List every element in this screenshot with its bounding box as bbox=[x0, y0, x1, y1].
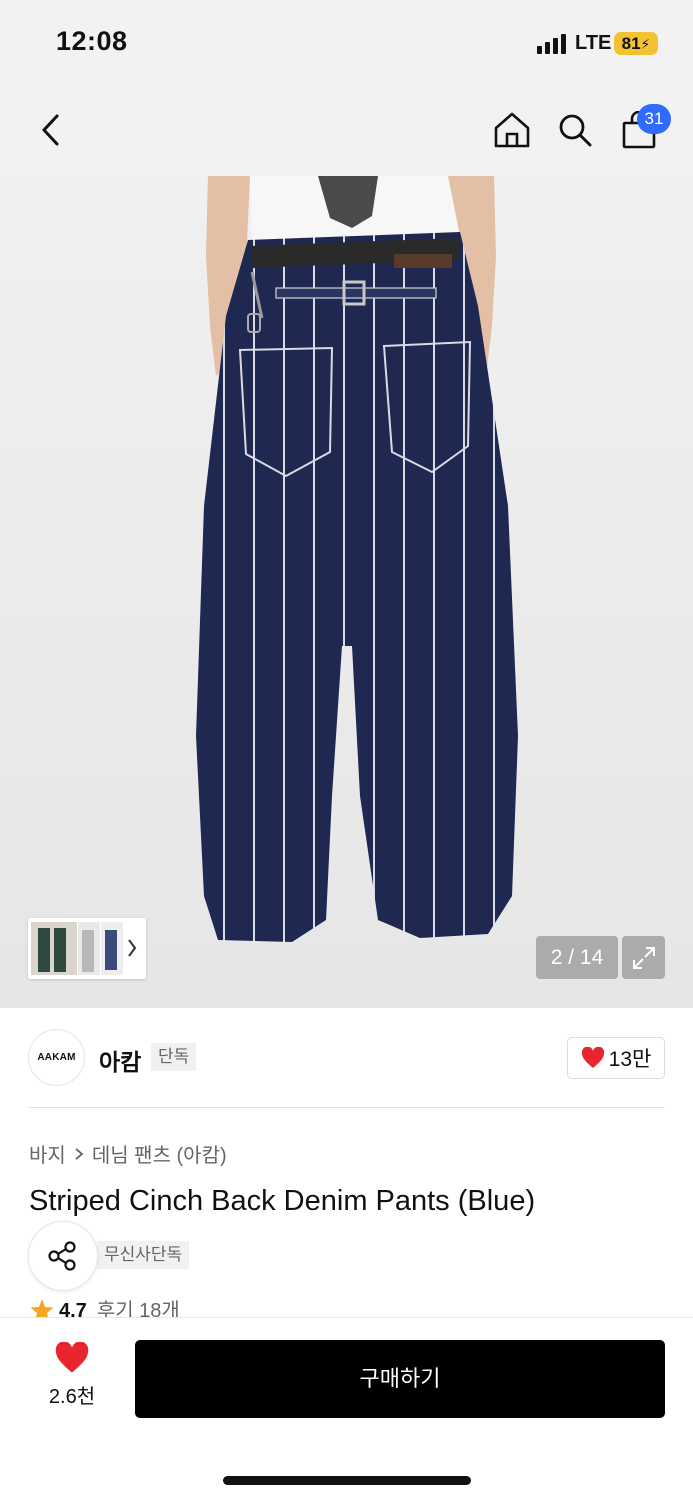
share-button[interactable] bbox=[28, 1221, 98, 1291]
back-button[interactable] bbox=[28, 108, 72, 152]
buy-button[interactable]: 구매하기 bbox=[135, 1340, 665, 1418]
brand-name[interactable]: 아캄 bbox=[99, 1043, 141, 1077]
status-time: 12:08 bbox=[56, 26, 128, 56]
review-count: 후기 18개 bbox=[96, 1300, 180, 1319]
home-icon bbox=[494, 112, 530, 148]
signal-icon bbox=[537, 34, 569, 54]
wishlist-count: 2.6천 bbox=[48, 1386, 96, 1408]
battery-level: 81 bbox=[621, 34, 641, 53]
expand-button[interactable] bbox=[622, 936, 665, 979]
home-indicator[interactable] bbox=[223, 1476, 471, 1485]
thumbnail-strip[interactable] bbox=[28, 918, 146, 979]
rating-row[interactable]: 4.7 후기 18개 bbox=[29, 1297, 180, 1319]
breadcrumb-subcategory[interactable]: 데님 팬츠 (아캄) bbox=[92, 1139, 227, 1168]
brand-exclusive-tag: 단독 bbox=[151, 1043, 197, 1071]
chevron-right-icon bbox=[75, 1147, 84, 1160]
star-icon bbox=[30, 1299, 54, 1319]
divider bbox=[28, 1107, 665, 1108]
status-bar: 12:08 LTE 81⚡ bbox=[0, 0, 693, 88]
rating-value: 4.7 bbox=[59, 1300, 87, 1319]
breadcrumb-category[interactable]: 바지 bbox=[29, 1139, 66, 1168]
brand-like-button[interactable]: 13만 bbox=[567, 1037, 665, 1079]
expand-icon bbox=[632, 946, 655, 969]
network-label: LTE bbox=[575, 32, 612, 54]
breadcrumb: 바지 데님 팬츠 (아캄) bbox=[29, 1139, 227, 1168]
search-icon bbox=[559, 114, 592, 147]
battery-icon: 81⚡ bbox=[614, 32, 658, 55]
thumbnail-images bbox=[28, 918, 146, 979]
search-button[interactable] bbox=[553, 108, 597, 152]
product-image[interactable] bbox=[0, 176, 693, 1008]
product-photo bbox=[196, 176, 518, 942]
brand-logo[interactable]: AAKAM bbox=[28, 1029, 85, 1086]
brand-like-count: 13만 bbox=[608, 1048, 652, 1071]
cart-count-badge: 31 bbox=[637, 104, 671, 134]
heart-icon bbox=[581, 1047, 604, 1068]
heart-icon bbox=[55, 1342, 89, 1373]
musinsa-exclusive-tag: 무신사단독 bbox=[97, 1241, 190, 1269]
chevron-left-icon bbox=[42, 114, 59, 146]
wishlist-button[interactable]: 2.6천 bbox=[30, 1342, 114, 1416]
product-title: Striped Cinch Back Denim Pants (Blue) bbox=[29, 1185, 536, 1217]
image-counter: 2 / 14 bbox=[536, 936, 618, 979]
share-icon bbox=[48, 1241, 76, 1271]
home-button[interactable] bbox=[490, 108, 534, 152]
